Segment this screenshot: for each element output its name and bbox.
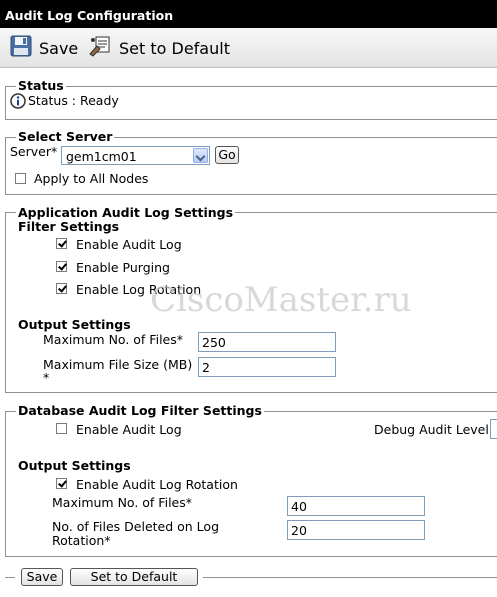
- app-enable-purging-label: Enable Purging: [76, 260, 170, 275]
- db-enable-rotation-label: Enable Audit Log Rotation: [76, 477, 238, 492]
- apply-all-nodes-checkbox[interactable]: [15, 173, 26, 184]
- db-enable-audit-checkbox[interactable]: [56, 423, 67, 434]
- footer-line-left: [5, 577, 15, 578]
- status-fieldset-left: [5, 86, 6, 119]
- db-audit-fieldset-bottom: [5, 556, 497, 557]
- db-audit-legend: Database Audit Log Filter Settings: [16, 403, 264, 418]
- app-enable-rotation-label: Enable Log Rotation: [76, 282, 202, 297]
- app-audit-fieldset-bottom: [5, 392, 497, 393]
- app-enable-audit-label: Enable Audit Log: [76, 237, 182, 252]
- db-audit-fieldset-left: [5, 411, 6, 556]
- toolbar-save-label: Save: [39, 38, 79, 58]
- app-max-size-input[interactable]: [198, 357, 336, 377]
- db-deleted-input[interactable]: [287, 520, 425, 540]
- toolbar: Save Set to Default: [0, 28, 497, 68]
- db-deleted-label-line2: Rotation*: [52, 533, 111, 548]
- apply-all-nodes-label: Apply to All Nodes: [34, 171, 149, 186]
- chevron-down-icon: [193, 148, 208, 163]
- db-max-files-label: Maximum No. of Files*: [52, 495, 192, 510]
- server-fieldset-left: [5, 137, 6, 194]
- select-server-legend: Select Server: [16, 129, 115, 144]
- app-enable-audit-checkbox[interactable]: [56, 238, 67, 249]
- app-max-size-label: Maximum File Size (MB): [43, 357, 193, 372]
- app-max-size-asterisk: *: [43, 370, 50, 385]
- app-audit-fieldset-left: [5, 212, 6, 392]
- debug-audit-level-select[interactable]: [490, 419, 497, 439]
- db-enable-rotation-checkbox[interactable]: [56, 478, 67, 489]
- app-output-settings-title: Output Settings: [18, 317, 131, 332]
- go-button[interactable]: Go: [215, 146, 239, 164]
- app-filter-settings-title: Filter Settings: [18, 219, 120, 234]
- status-legend: Status: [16, 78, 66, 93]
- info-icon: [10, 93, 26, 112]
- status-fieldset-bottom: [5, 119, 497, 120]
- debug-audit-level-label: Debug Audit Level: [374, 422, 489, 437]
- server-select-value: gem1cm01: [66, 149, 137, 164]
- db-deleted-label-line1: No. of Files Deleted on Log: [52, 519, 219, 534]
- footer-set-default-button[interactable]: Set to Default: [70, 568, 198, 586]
- toolbar-set-default-label: Set to Default: [119, 38, 230, 58]
- server-fieldset-bottom: [5, 194, 497, 195]
- server-select[interactable]: gem1cm01: [61, 146, 210, 165]
- footer-save-button[interactable]: Save: [21, 568, 63, 586]
- status-text: Status : Ready: [28, 93, 119, 108]
- status-fieldset-border: [5, 86, 497, 87]
- app-max-files-label: Maximum No. of Files*: [43, 332, 183, 347]
- app-enable-rotation-checkbox[interactable]: [56, 283, 67, 294]
- floppy-disk-icon: [10, 35, 32, 61]
- app-enable-purging-checkbox[interactable]: [56, 261, 67, 272]
- reset-default-icon: [88, 34, 112, 62]
- toolbar-save-button[interactable]: Save: [10, 35, 79, 61]
- toolbar-set-default-button[interactable]: Set to Default: [88, 36, 230, 60]
- server-label: Server*: [10, 144, 58, 159]
- footer-line-right: [203, 577, 497, 578]
- db-enable-audit-label: Enable Audit Log: [76, 422, 182, 437]
- app-max-files-input[interactable]: [198, 332, 336, 352]
- db-output-settings-title: Output Settings: [18, 458, 131, 473]
- db-max-files-input[interactable]: [287, 496, 425, 516]
- window-title: Audit Log Configuration: [0, 0, 497, 28]
- app-audit-legend: Application Audit Log Settings: [16, 205, 236, 220]
